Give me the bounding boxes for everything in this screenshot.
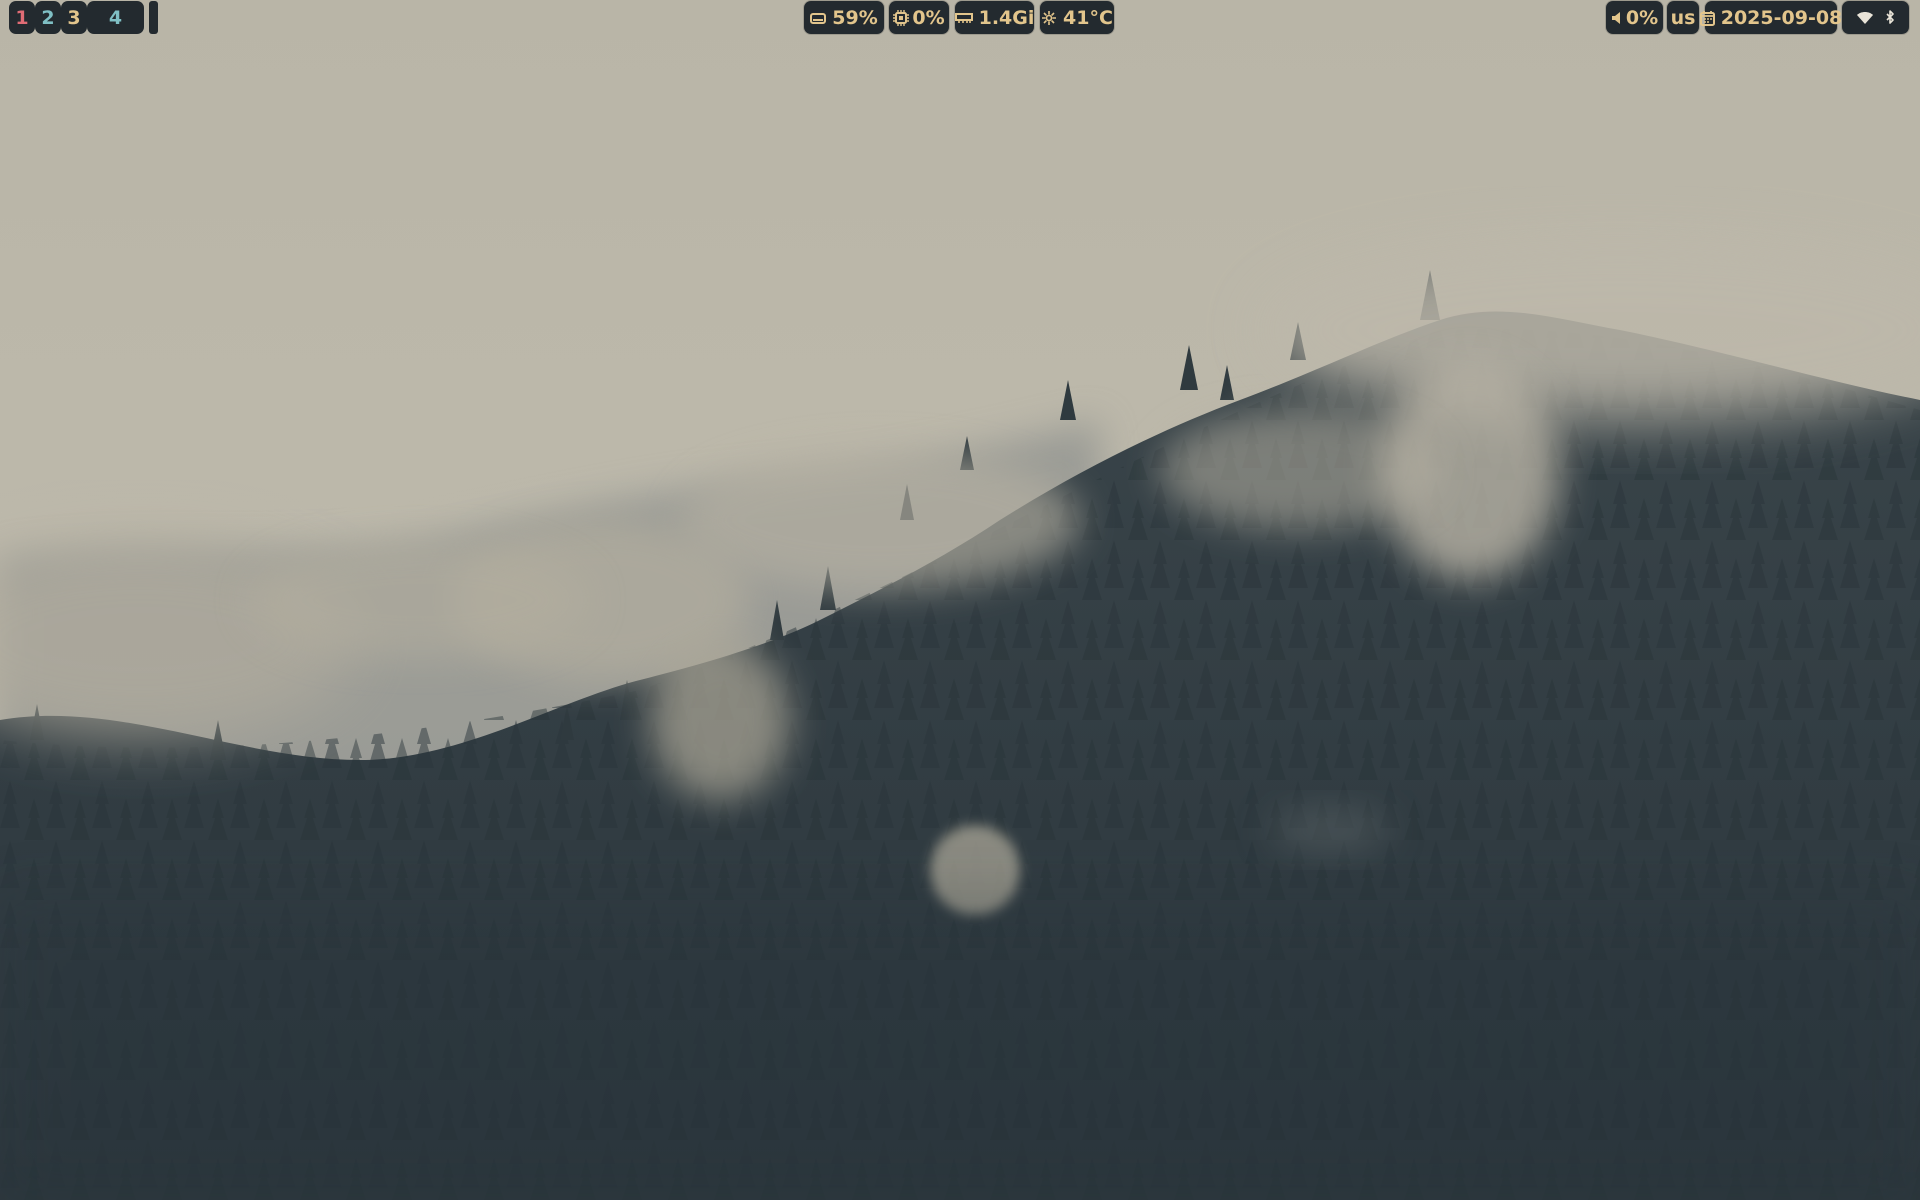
volume-module[interactable]: 0% <box>1606 1 1663 34</box>
disk-usage-value: 59% <box>832 6 878 29</box>
network-bluetooth-module[interactable] <box>1842 1 1909 34</box>
desktop: 1 2 3 4 59% 0% 1.4Gi 41°C 0% us 2025-09-… <box>0 0 1920 1200</box>
date-module[interactable]: 2025-09-08 <box>1699 1 1842 34</box>
bluetooth-icon[interactable] <box>1885 9 1895 26</box>
wifi-icon[interactable] <box>1856 11 1874 25</box>
workspace-4-button[interactable]: 4 <box>87 1 144 34</box>
thermometer-icon <box>1041 10 1057 26</box>
memory-icon <box>954 12 973 24</box>
memory-module[interactable]: 1.4Gi <box>954 1 1035 34</box>
status-bar: 1 2 3 4 59% 0% 1.4Gi 41°C 0% us 2025-09-… <box>0 0 1920 36</box>
calendar-icon <box>1699 10 1715 26</box>
disk-icon <box>810 11 827 25</box>
keyboard-layout-module[interactable]: us <box>1667 1 1699 34</box>
cpu-module[interactable]: 0% <box>889 1 949 34</box>
workspace-2-button[interactable]: 2 <box>35 1 61 34</box>
date-value: 2025-09-08 <box>1720 6 1843 29</box>
cpu-icon <box>893 9 910 26</box>
keyboard-layout-value: us <box>1670 6 1696 29</box>
volume-value: 0% <box>1625 6 1659 29</box>
cpu-usage-value: 0% <box>912 6 945 29</box>
temperature-value: 41°C <box>1063 6 1113 29</box>
temperature-module[interactable]: 41°C <box>1040 1 1114 34</box>
workspace-1-button[interactable]: 1 <box>9 1 35 34</box>
workspace-3-button[interactable]: 3 <box>61 1 87 34</box>
volume-icon <box>1611 11 1623 25</box>
memory-usage-value: 1.4Gi <box>978 6 1035 29</box>
disk-module[interactable]: 59% <box>804 1 884 34</box>
foggy-forest-wallpaper <box>0 0 1920 1200</box>
window-title-indicator <box>149 1 158 34</box>
